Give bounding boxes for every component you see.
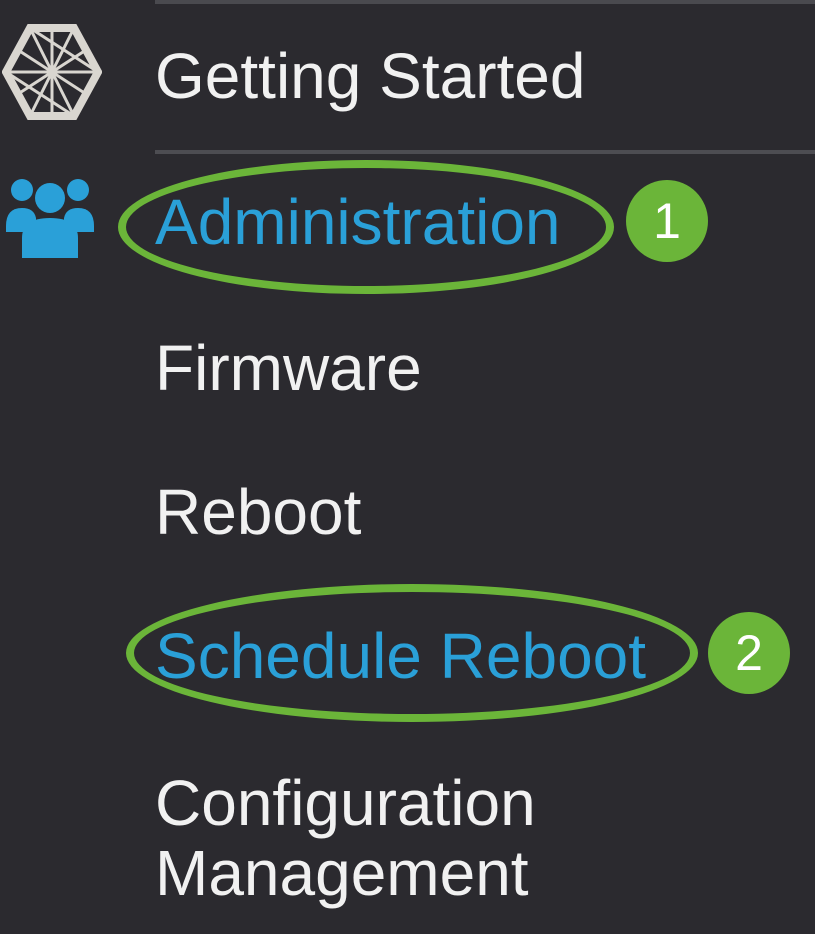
step-badge-2: 2 [708,612,790,694]
nav-item-reboot-label: Reboot [155,476,362,548]
users-group-icon[interactable] [4,174,96,260]
nav-item-firmware-label: Firmware [155,332,422,404]
nav-item-schedule-reboot[interactable]: Schedule Reboot [155,624,646,688]
sidebar-nav: Getting Started Administration 1 Firmwar… [0,0,815,934]
nav-item-getting-started-label: Getting Started [155,40,586,112]
top-divider [155,0,815,4]
getting-started-icon[interactable] [1,24,103,120]
nav-item-configuration-label-line1: Configuration [155,767,536,839]
nav-item-configuration-management[interactable]: Configuration Management [155,768,536,908]
nav-item-firmware[interactable]: Firmware [155,336,422,400]
step-badge-1: 1 [626,180,708,262]
nav-item-configuration-label-line2: Management [155,837,529,909]
nav-item-schedule-reboot-label: Schedule Reboot [155,620,647,692]
nav-item-administration[interactable]: Administration [155,190,561,254]
nav-item-administration-label: Administration [155,186,561,258]
section-divider [155,150,815,154]
nav-item-getting-started[interactable]: Getting Started [155,44,585,108]
nav-item-reboot[interactable]: Reboot [155,480,361,544]
